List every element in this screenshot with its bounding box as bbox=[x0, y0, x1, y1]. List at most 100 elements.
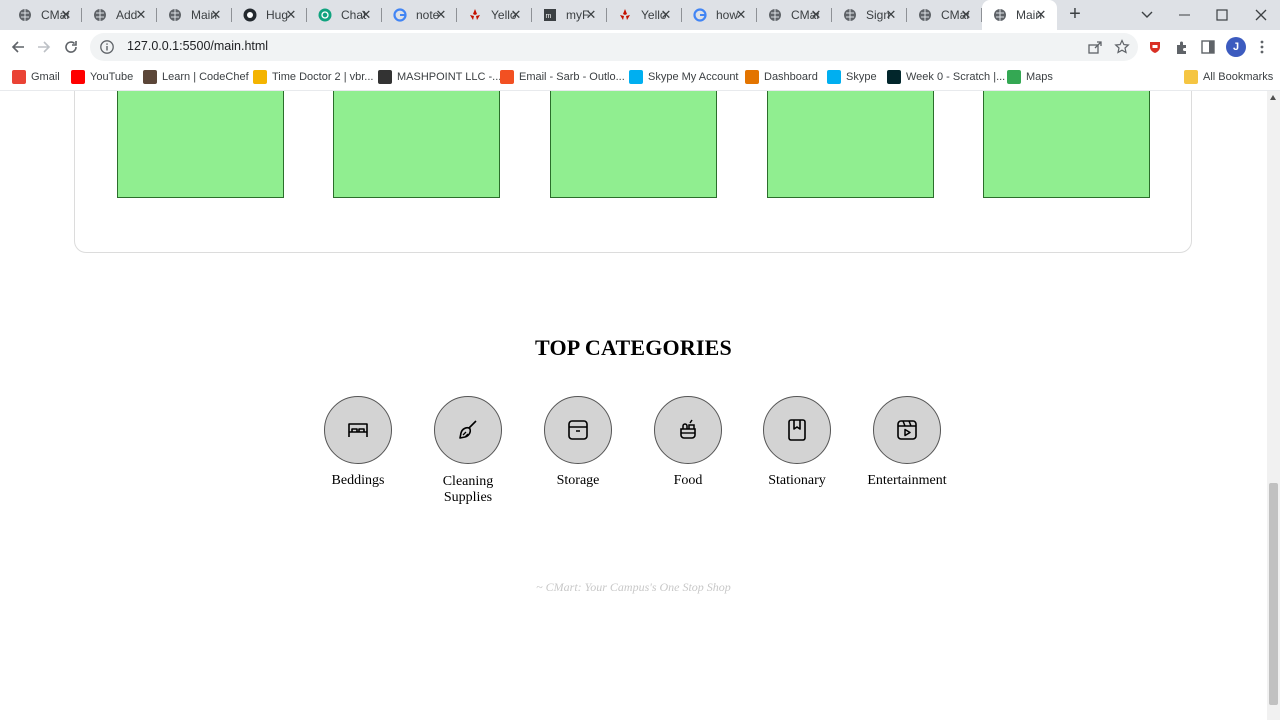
category-label: Beddings bbox=[331, 473, 385, 488]
close-tab-icon[interactable]: ✕ bbox=[133, 7, 149, 23]
globe-icon bbox=[92, 7, 108, 23]
side-panel-icon[interactable] bbox=[1199, 38, 1217, 56]
bookmark-item[interactable]: YouTube bbox=[71, 68, 133, 86]
product-card[interactable] bbox=[983, 91, 1150, 198]
bookmark-label: Maps bbox=[1026, 71, 1053, 83]
product-card[interactable] bbox=[550, 91, 717, 198]
bed-icon bbox=[346, 420, 370, 440]
top-categories-title: TOP CATEGORIES bbox=[535, 335, 732, 360]
globe-icon bbox=[167, 7, 183, 23]
browser-tab[interactable]: Add ✕ bbox=[82, 0, 157, 30]
category-item[interactable]: Stationary bbox=[742, 396, 852, 489]
product-card[interactable] bbox=[767, 91, 934, 198]
product-card[interactable] bbox=[333, 91, 500, 198]
scrollbar-thumb[interactable] bbox=[1269, 483, 1278, 705]
notebook-icon bbox=[785, 418, 809, 442]
profile-avatar[interactable]: J bbox=[1226, 37, 1246, 57]
category-label: Stationary bbox=[768, 473, 826, 488]
new-tab-button[interactable]: + bbox=[1064, 4, 1086, 26]
dashboard-icon bbox=[745, 70, 759, 84]
close-tab-icon[interactable]: ✕ bbox=[883, 7, 899, 23]
share-icon[interactable] bbox=[1087, 39, 1103, 55]
page-scrollbar[interactable] bbox=[1267, 91, 1280, 720]
category-item[interactable]: Cleaning Supplies bbox=[413, 396, 523, 506]
close-tab-icon[interactable]: ✕ bbox=[283, 7, 299, 23]
product-card[interactable] bbox=[117, 91, 284, 198]
bookmark-item[interactable]: Week 0 - Scratch |... bbox=[887, 68, 1005, 86]
scroll-up-arrow[interactable] bbox=[1270, 95, 1276, 100]
close-tab-icon[interactable]: ✕ bbox=[358, 7, 374, 23]
bookmark-item[interactable]: Skype bbox=[827, 68, 877, 86]
browser-tab[interactable]: how ✕ bbox=[682, 0, 757, 30]
bookmark-label: YouTube bbox=[90, 71, 134, 83]
close-tab-icon[interactable]: ✕ bbox=[583, 7, 599, 23]
menu-kebab-icon[interactable] bbox=[1253, 38, 1271, 56]
bookmark-star-icon[interactable] bbox=[1114, 39, 1130, 55]
extension-shield-icon[interactable] bbox=[1146, 38, 1164, 56]
browser-tab[interactable]: CMart✕ bbox=[907, 0, 982, 30]
close-tab-icon[interactable]: ✕ bbox=[658, 7, 674, 23]
category-item[interactable]: Storage bbox=[523, 396, 633, 489]
reload-button[interactable] bbox=[58, 34, 84, 60]
category-circle-button[interactable] bbox=[324, 396, 392, 464]
bookmark-item[interactable]: Time Doctor 2 | vbr... bbox=[253, 68, 373, 86]
close-tab-icon[interactable]: ✕ bbox=[808, 7, 824, 23]
forward-arrow-icon bbox=[38, 41, 51, 53]
skype-icon bbox=[827, 70, 841, 84]
browser-tab[interactable]: note ✕ bbox=[382, 0, 457, 30]
bookmark-item[interactable]: Skype My Account bbox=[629, 68, 739, 86]
bookmark-item[interactable]: MASHPOINT LLC -... bbox=[378, 68, 501, 86]
category-circle-button[interactable] bbox=[763, 396, 831, 464]
browser-tab[interactable]: m myF ✕ bbox=[532, 0, 607, 30]
browser-tab[interactable]: Hug ✕ bbox=[232, 0, 307, 30]
broom-icon bbox=[456, 418, 480, 442]
browser-tab[interactable]: Yello ✕ bbox=[457, 0, 532, 30]
minimize-button[interactable] bbox=[1166, 0, 1204, 30]
close-tab-icon[interactable]: ✕ bbox=[58, 7, 74, 23]
bookmark-item[interactable]: Email - Sarb - Outlo... bbox=[500, 68, 625, 86]
browser-tab[interactable]: Chat ✕ bbox=[307, 0, 382, 30]
bookmark-label: Skype bbox=[846, 71, 877, 83]
close-tab-icon[interactable]: ✕ bbox=[733, 7, 749, 23]
browser-tab[interactable]: CMart✕ bbox=[7, 0, 82, 30]
bookmark-item[interactable]: Dashboard bbox=[745, 68, 818, 86]
back-button[interactable] bbox=[5, 34, 31, 60]
google-icon bbox=[692, 7, 708, 23]
close-tab-icon[interactable]: ✕ bbox=[208, 7, 224, 23]
close-tab-icon[interactable]: ✕ bbox=[1033, 7, 1049, 23]
category-item[interactable]: Beddings bbox=[303, 396, 413, 489]
all-bookmarks-folder[interactable]: All Bookmarks bbox=[1184, 68, 1273, 86]
close-tab-icon[interactable]: ✕ bbox=[958, 7, 974, 23]
close-tab-icon[interactable]: ✕ bbox=[508, 7, 524, 23]
maps-icon bbox=[1007, 70, 1021, 84]
browser-tab[interactable]: Main ✕ bbox=[157, 0, 232, 30]
category-label: Entertainment bbox=[867, 473, 947, 488]
bookmark-item[interactable]: Maps bbox=[1007, 68, 1053, 86]
browser-tab[interactable]: CMart✕ bbox=[757, 0, 832, 30]
bookmark-item[interactable]: Learn | CodeChef bbox=[143, 68, 249, 86]
bookmark-label: Gmail bbox=[31, 71, 60, 83]
tab-search-button[interactable] bbox=[1128, 0, 1166, 30]
bookmark-label: MASHPOINT LLC -... bbox=[397, 71, 502, 83]
clapperboard-icon bbox=[895, 418, 919, 442]
browser-toolbar: 127.0.0.1:5500/main.html bbox=[0, 30, 1280, 63]
address-bar[interactable]: 127.0.0.1:5500/main.html bbox=[90, 33, 1138, 61]
browser-tab[interactable]: Sign ✕ bbox=[832, 0, 907, 30]
maximize-button[interactable] bbox=[1203, 0, 1241, 30]
browser-tab-active[interactable]: Main ✕ bbox=[982, 0, 1057, 30]
bookmark-label: Week 0 - Scratch |... bbox=[906, 71, 1006, 83]
category-circle-button[interactable] bbox=[654, 396, 722, 464]
bookmark-item[interactable]: Gmail bbox=[12, 68, 60, 86]
category-item[interactable]: Food bbox=[633, 396, 743, 489]
site-info-icon[interactable] bbox=[99, 39, 115, 55]
close-tab-icon[interactable]: ✕ bbox=[433, 7, 449, 23]
category-circle-button[interactable] bbox=[544, 396, 612, 464]
forward-button[interactable] bbox=[31, 34, 57, 60]
browser-tab[interactable]: Yello ✕ bbox=[607, 0, 682, 30]
category-circle-button[interactable] bbox=[873, 396, 941, 464]
category-circle-button[interactable] bbox=[434, 396, 502, 464]
category-item[interactable]: Entertainment bbox=[852, 396, 962, 489]
extensions-puzzle-icon[interactable] bbox=[1173, 38, 1191, 56]
close-window-button[interactable] bbox=[1242, 0, 1280, 30]
all-bookmarks-label: All Bookmarks bbox=[1203, 71, 1274, 83]
